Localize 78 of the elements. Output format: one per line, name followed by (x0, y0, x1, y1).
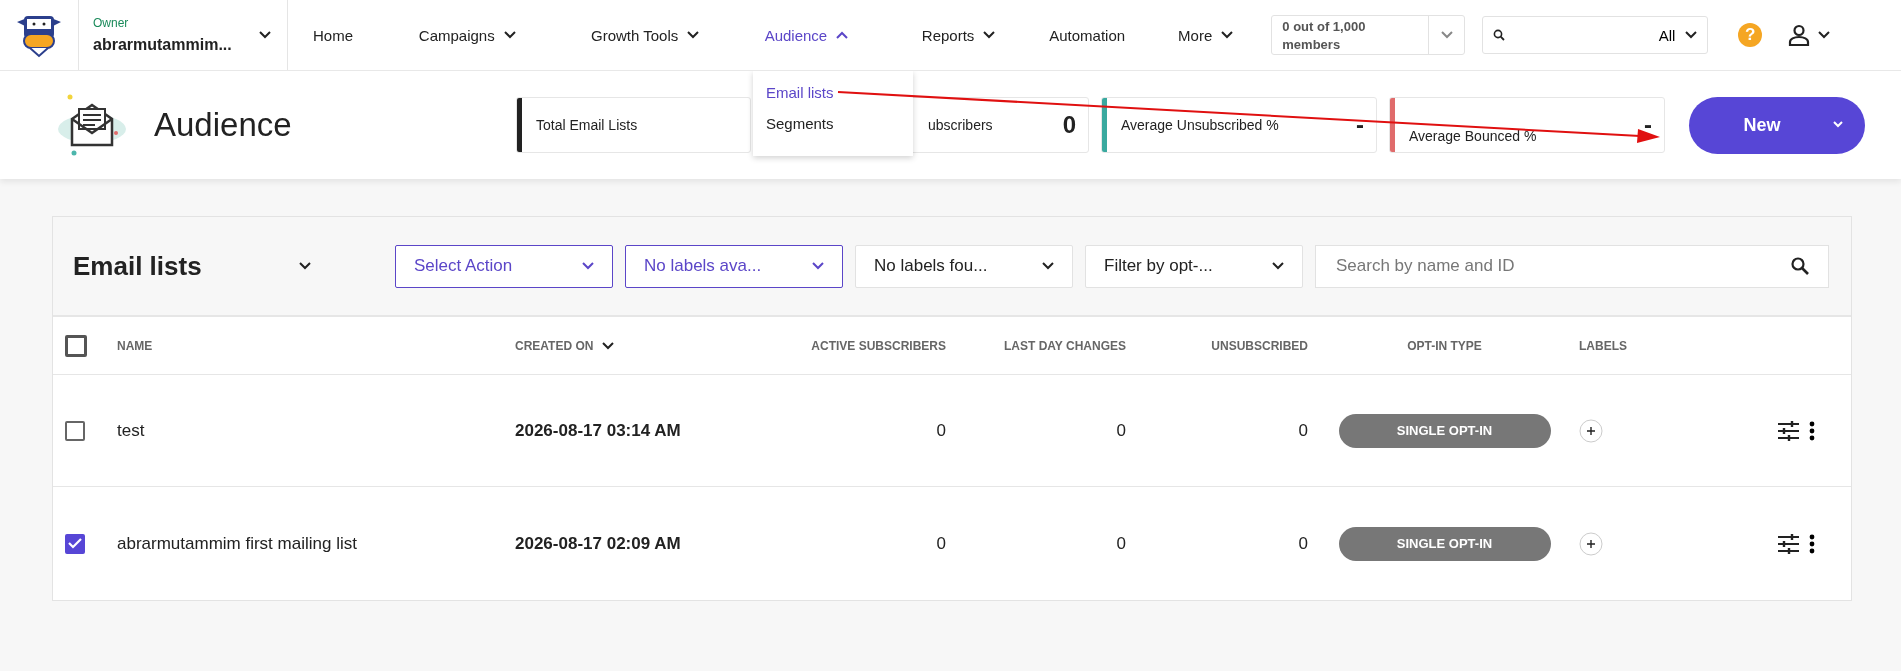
menu-item[interactable]: Segments (753, 108, 913, 139)
column-header: NAME (117, 338, 154, 353)
user-menu-button[interactable] (1788, 24, 1831, 46)
opt-in-tag: SINGLE OPT-IN (1338, 526, 1551, 561)
nav-tab[interactable]: Home (313, 26, 353, 44)
list-name[interactable]: test (117, 420, 515, 441)
table-cell-text: 0 (1115, 420, 1126, 441)
plus-icon (1579, 418, 1603, 443)
chevron-icon (582, 262, 594, 270)
stat-label: ubscribers (928, 117, 993, 133)
more-button[interactable] (1809, 420, 1815, 441)
kebab-icon (1809, 420, 1815, 441)
page-title: Audience (154, 106, 293, 144)
checkbox[interactable] (65, 533, 85, 554)
stat-value: - (1356, 111, 1364, 139)
chevron-icon (1833, 120, 1843, 128)
chevron-icon (812, 262, 824, 270)
chevron-icon (259, 31, 271, 39)
filter-select[interactable]: Filter by opt-... (1085, 244, 1303, 288)
panel-title: Email lists (73, 250, 203, 282)
search-icon (1791, 256, 1809, 275)
sliders-icon (1778, 533, 1799, 554)
nav-tab[interactable]: Campaigns (418, 26, 516, 44)
table-cell-text: 0 (935, 420, 946, 441)
filter-select[interactable]: Select Action (395, 244, 613, 288)
list-name[interactable]: abrarmutammim first mailing list (117, 533, 515, 554)
account-name: abrarmutammim... (93, 36, 233, 54)
global-search-field[interactable]: All (1482, 16, 1709, 54)
nav-tab[interactable]: Audience (764, 26, 849, 44)
table-cell-text: 0 (935, 533, 946, 554)
role-label: Owner (93, 16, 130, 30)
sliders-icon (1778, 420, 1799, 441)
nav-tab[interactable]: Growth Tools (591, 26, 700, 44)
stat-label: Total Email Lists (535, 117, 638, 133)
table-cell-text: 0 (1115, 533, 1126, 554)
column-header: UNSUBSCRIBED (1210, 338, 1308, 353)
sort-chevron-icon (602, 341, 615, 350)
chevron-icon (299, 262, 311, 270)
add-label-button[interactable] (1579, 531, 1603, 556)
nav-tab[interactable]: Automation (1049, 26, 1126, 44)
nav-tab[interactable]: Reports (921, 26, 996, 44)
table-cell-text: 2026-08-17 03:14 AM (515, 420, 682, 441)
search-field[interactable]: Search by name and ID (1315, 244, 1829, 288)
menu-item[interactable]: Email lists (753, 77, 913, 108)
table-cell-text: 2026-08-17 02:09 AM (515, 533, 682, 554)
more-button[interactable] (1809, 533, 1815, 554)
column-header: OPT-IN TYPE (1406, 338, 1483, 353)
column-header: ACTIVE SUBSCRIBERS (810, 338, 946, 353)
search-icon (1493, 29, 1506, 41)
chevron-icon (1042, 262, 1054, 270)
column-header[interactable]: CREATED ON (515, 338, 755, 353)
filter-select[interactable]: No labels fou... (855, 244, 1073, 288)
filter-select[interactable]: No labels ava... (625, 244, 843, 288)
scope-select[interactable]: All (1658, 26, 1698, 44)
user-icon (1788, 24, 1811, 46)
checkbox[interactable] (65, 334, 87, 357)
stat-label: Average Unsubscribed % (1120, 117, 1279, 133)
plus-icon (1579, 531, 1603, 556)
table-cell-text: 0 (1297, 533, 1308, 554)
kebab-icon (1809, 533, 1815, 554)
stat-label: Average Bounced % (1408, 128, 1537, 144)
checkbox[interactable] (65, 420, 85, 441)
add-label-button[interactable] (1579, 418, 1603, 443)
stat-value: - (1644, 111, 1652, 139)
settings-button[interactable] (1778, 420, 1799, 441)
new-button[interactable]: New (1689, 96, 1865, 154)
column-header: LABELS (1579, 338, 1628, 353)
chevron-icon (1440, 31, 1453, 39)
chevron-icon (1818, 31, 1831, 39)
chevron-icon (1272, 262, 1284, 270)
stat-value: 0 (1062, 111, 1076, 139)
table-cell-text: 0 (1297, 420, 1308, 441)
nav-tab[interactable]: More (1178, 26, 1234, 44)
column-header: LAST DAY CHANGES (1002, 338, 1126, 353)
members-select[interactable]: 0 out of 1,000 members (1271, 15, 1466, 55)
chevron-icon (1685, 31, 1698, 39)
settings-button[interactable] (1778, 533, 1799, 554)
opt-in-tag: SINGLE OPT-IN (1338, 413, 1551, 448)
